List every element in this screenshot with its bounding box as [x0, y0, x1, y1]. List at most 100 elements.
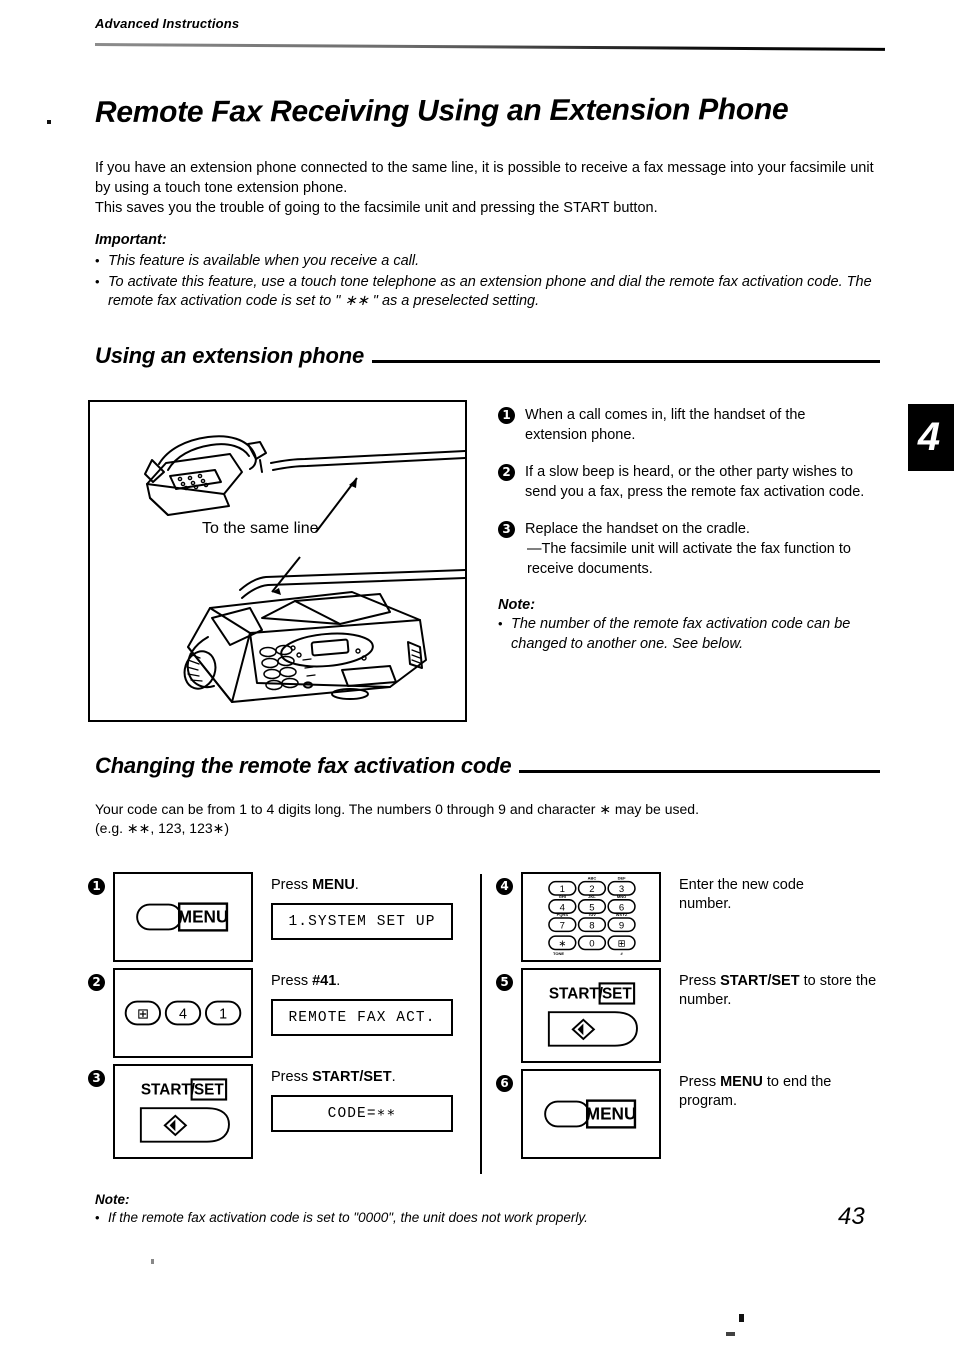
button-illustration-menu: MENU: [521, 1069, 661, 1159]
bottom-note: If the remote fax activation code is set…: [95, 1209, 855, 1228]
manual-page: Advanced Instructions Remote Fax Receivi…: [0, 0, 954, 1349]
step-instruction: Enter the new code number.: [661, 872, 881, 914]
instruction-text: Press MENU.: [271, 877, 359, 893]
step-item: 1 When a call comes in, lift the handset…: [498, 405, 868, 445]
section-rule: [372, 359, 880, 363]
button-illustration-start-set: START/ SET: [521, 968, 661, 1063]
keypad-key-hash: ⊞: [618, 939, 626, 950]
bottom-note-heading: Note:: [95, 1192, 130, 1207]
step-number: 5: [496, 974, 513, 991]
keypad-letters-2: ABC: [588, 876, 597, 881]
step-number: 1: [498, 407, 515, 424]
keypad-key-star: ∗: [558, 939, 566, 950]
section-heading-changing-code: Changing the remote fax activation code: [95, 753, 880, 779]
menu-label: MENU: [178, 907, 229, 927]
procedure-step: 3 START/ SET Press START/SET. CODE=∗∗: [88, 1064, 473, 1159]
page-title: Remote Fax Receiving Using an Extension …: [94, 93, 789, 130]
important-list: This feature is available when you recei…: [95, 251, 885, 313]
instruction-text: Enter the new code: [679, 877, 804, 893]
intro-line-2: This saves you the trouble of going to t…: [95, 200, 658, 216]
step-instruction: Press START/SET to store the number.: [661, 968, 881, 1010]
step-number: 6: [496, 1075, 513, 1092]
step-number: 2: [498, 464, 515, 481]
lcd-display: REMOTE FAX ACT.: [271, 999, 453, 1036]
step-number: 2: [88, 974, 105, 991]
instruction-text: Press #41.: [271, 973, 341, 989]
button-illustration-keypad: 123 456 789 ∗ 0 ⊞ ABC DEF GHI JKL MNO PQRS TU…: [521, 872, 661, 962]
intro-paragraph: If you have an extension phone connected…: [95, 158, 880, 218]
keypad-key-9: 9: [619, 920, 624, 931]
step-text: If a slow beep is heard, or the other pa…: [525, 464, 865, 500]
button-illustration-start-set: START/ SET: [113, 1064, 253, 1159]
key-4: 4: [179, 1007, 187, 1023]
step-instruction: Press MENU to end the program.: [661, 1069, 881, 1111]
keypad-sublabel-star: TONE: [553, 951, 564, 956]
procedure-column-right: 4 123 456 789 ∗ 0 ⊞ ABC DEF GHI JKL MNO …: [496, 872, 881, 1165]
menu-oval-key: [544, 1100, 591, 1128]
lcd-display: CODE=∗∗: [271, 1095, 453, 1132]
header-rule: [94, 43, 885, 51]
scan-artifact: [47, 120, 51, 124]
instruction-text: Press START/SET.: [271, 1069, 396, 1085]
key-1: 1: [219, 1007, 227, 1023]
key-hash: ⊞: [137, 1007, 149, 1023]
code-intro-line-1: Your code can be from 1 to 4 digits long…: [95, 801, 699, 817]
note-item: The number of the remote fax activation …: [498, 614, 868, 654]
step-number: 3: [498, 521, 515, 538]
keypad-letters-7: PQRS: [557, 912, 569, 917]
important-item: This feature is available when you recei…: [95, 251, 885, 272]
instruction-text: number.: [679, 896, 732, 912]
using-extension-phone-steps: 1 When a call comes in, lift the handset…: [498, 405, 868, 655]
procedure-step: 6 MENU Press MENU to end the program.: [496, 1069, 881, 1159]
step-instruction: Press START/SET. CODE=∗∗: [253, 1064, 473, 1132]
button-illustration-menu: MENU: [113, 872, 253, 962]
running-head: Advanced Instructions: [95, 16, 240, 31]
instruction-text: Press START/SET to store the number.: [679, 973, 877, 1008]
step-instruction: Press #41. REMOTE FAX ACT.: [253, 968, 473, 1036]
scan-artifact: [726, 1332, 735, 1336]
keypad-key-0: 0: [589, 939, 594, 950]
illustration-extension-phone-setup: To the same line: [88, 400, 467, 722]
keypad-letters-5: JKL: [588, 894, 596, 899]
step-item: 2 If a slow beep is heard, or the other …: [498, 462, 868, 502]
keypad-letters-4: GHI: [559, 894, 566, 899]
step-text-group: Replace the handset on the cradle. —The …: [525, 519, 868, 579]
procedure-column-left: 1 MENU Press MENU. 1.SYSTEM SET UP 2 ⊞ 4…: [88, 872, 473, 1165]
keypad-letters-8: TUV: [588, 912, 596, 917]
keypad-key-7: 7: [560, 920, 565, 931]
procedure-step: 4 123 456 789 ∗ 0 ⊞ ABC DEF GHI JKL MNO …: [496, 872, 881, 962]
step-item: 3 Replace the handset on the cradle. —Th…: [498, 519, 868, 579]
button-illustration-key-trio: ⊞ 4 1: [113, 968, 253, 1058]
column-divider: [480, 874, 482, 1174]
step-text: When a call comes in, lift the handset o…: [525, 407, 806, 443]
step-instruction: Press MENU. 1.SYSTEM SET UP: [253, 872, 473, 940]
page-number: 43: [838, 1203, 865, 1230]
step-number: 1: [88, 878, 105, 895]
start-label: START/: [141, 1082, 196, 1099]
start-label: START/: [549, 986, 604, 1003]
step-number: 3: [88, 1070, 105, 1087]
step-text: Replace the handset on the cradle.: [525, 521, 750, 537]
code-intro-paragraph: Your code can be from 1 to 4 digits long…: [95, 800, 885, 838]
procedure-grid: 1 MENU Press MENU. 1.SYSTEM SET UP 2 ⊞ 4…: [88, 872, 888, 1177]
keypad-key-8: 8: [589, 920, 594, 931]
menu-label: MENU: [586, 1104, 637, 1124]
illustration-caption: To the same line: [202, 520, 319, 537]
note-body: The number of the remote fax activation …: [498, 614, 868, 654]
menu-oval-key: [136, 903, 183, 931]
section-rule: [519, 769, 880, 773]
keypad-letters-3: DEF: [618, 876, 627, 881]
keypad-sublabel-hash: #: [620, 951, 623, 956]
step-subtext: —The facsimile unit will activate the fa…: [527, 541, 851, 577]
lcd-display: 1.SYSTEM SET UP: [271, 903, 453, 940]
instruction-text: Press MENU to end the program.: [679, 1074, 832, 1109]
keypad-letters-6: MNO: [617, 894, 626, 899]
important-heading: Important:: [95, 232, 167, 248]
note-item: If the remote fax activation code is set…: [95, 1209, 855, 1227]
procedure-step: 5 START/ SET Press START/SET to store th…: [496, 968, 881, 1063]
procedure-step: 1 MENU Press MENU. 1.SYSTEM SET UP: [88, 872, 473, 962]
scan-artifact: [151, 1259, 154, 1264]
note-heading: Note:: [498, 597, 536, 613]
start-diamond-icon: [163, 1114, 188, 1137]
keypad-letters-9: WXYZ: [616, 912, 628, 917]
